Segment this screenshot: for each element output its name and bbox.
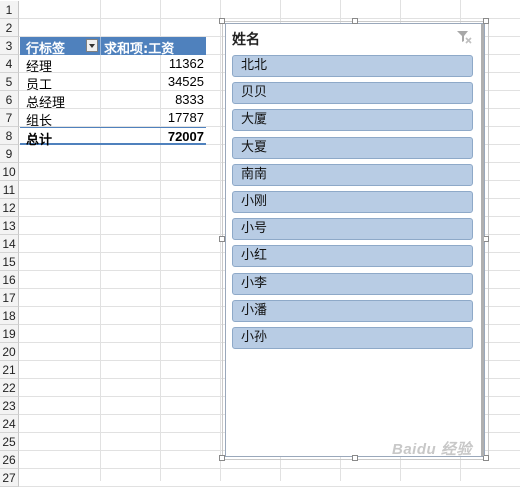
row-number-11[interactable]: 11 [0, 181, 19, 199]
row-number-8[interactable]: 8 [0, 127, 19, 145]
slicer-item-button[interactable]: 小号 [232, 218, 473, 241]
pivot-row[interactable]: 经理 11362 [20, 55, 206, 75]
pivot-total-row[interactable]: 总计 72007 [20, 127, 206, 148]
row-number-23[interactable]: 23 [0, 397, 19, 415]
row-number-21[interactable]: 21 [0, 361, 19, 379]
resize-handle-left[interactable] [219, 236, 225, 242]
row-number-4[interactable]: 4 [0, 55, 19, 73]
row-number-9[interactable]: 9 [0, 145, 19, 163]
clear-filter-icon[interactable] [456, 30, 472, 44]
row-number-27[interactable]: 27 [0, 469, 19, 487]
slicer-item-button[interactable]: 大厦 [232, 109, 473, 132]
pivot-total-value: 72007 [167, 129, 204, 144]
slicer-item-button[interactable]: 大夏 [232, 136, 473, 159]
header-divider [100, 37, 101, 55]
pivot-row-value: 34525 [167, 74, 204, 89]
slicer-item-button[interactable]: 南南 [232, 163, 473, 186]
row-number-14[interactable]: 14 [0, 235, 19, 253]
pivot-row[interactable]: 员工 34525 [20, 73, 206, 93]
slicer-scrollbar[interactable] [481, 24, 484, 456]
row-number-3[interactable]: 3 [0, 37, 19, 55]
grid-row [19, 1, 520, 19]
slicer-item-button[interactable]: 小潘 [232, 299, 473, 322]
slicer-item-button[interactable]: 小红 [232, 245, 473, 268]
row-number-19[interactable]: 19 [0, 325, 19, 343]
resize-handle-bottom[interactable] [352, 455, 358, 461]
baidu-watermark: Baidu 经验 [392, 441, 472, 458]
pivot-row-value: 8333 [175, 92, 204, 107]
row-number-18[interactable]: 18 [0, 307, 19, 325]
resize-handle-top[interactable] [352, 18, 358, 24]
slicer-item-button[interactable]: 小孙 [232, 327, 473, 349]
resize-handle-top-left[interactable] [219, 18, 225, 24]
row-number-6[interactable]: 6 [0, 91, 19, 109]
pivot-row[interactable]: 组长 17787 [20, 109, 206, 129]
pivot-row[interactable]: 总经理 8333 [20, 91, 206, 111]
pivot-row-value: 11362 [168, 56, 204, 71]
slicer-item-button[interactable]: 贝贝 [232, 82, 473, 105]
row-number-2[interactable]: 2 [0, 19, 19, 37]
row-number-7[interactable]: 7 [0, 109, 19, 127]
row-number-24[interactable]: 24 [0, 415, 19, 433]
filter-dropdown-icon[interactable] [86, 39, 98, 52]
pivot-row-value: 17787 [167, 110, 204, 125]
row-number-10[interactable]: 10 [0, 163, 19, 181]
row-number-5[interactable]: 5 [0, 73, 19, 91]
row-number-20[interactable]: 20 [0, 343, 19, 361]
grid-row [19, 469, 520, 487]
pivot-header-row: 行标签 求和项:工资 [20, 37, 206, 57]
row-number-12[interactable]: 12 [0, 199, 19, 217]
slicer-item-button[interactable]: 北北 [232, 55, 473, 77]
pivot-total-label: 总计 [26, 133, 53, 148]
resize-handle-bottom-left[interactable] [219, 455, 225, 461]
row-number-16[interactable]: 16 [0, 271, 19, 289]
slicer-title: 姓名 [232, 32, 260, 48]
slicer-item-button[interactable]: 小刚 [232, 191, 473, 213]
row-number-13[interactable]: 13 [0, 217, 19, 235]
row-number-15[interactable]: 15 [0, 253, 19, 271]
slicer-item-button[interactable]: 小李 [232, 272, 473, 295]
row-number-17[interactable]: 17 [0, 289, 19, 307]
row-number-1[interactable]: 1 [0, 1, 19, 19]
row-number-26[interactable]: 26 [0, 451, 19, 469]
row-number-25[interactable]: 25 [0, 433, 19, 451]
row-number-22[interactable]: 22 [0, 379, 19, 397]
